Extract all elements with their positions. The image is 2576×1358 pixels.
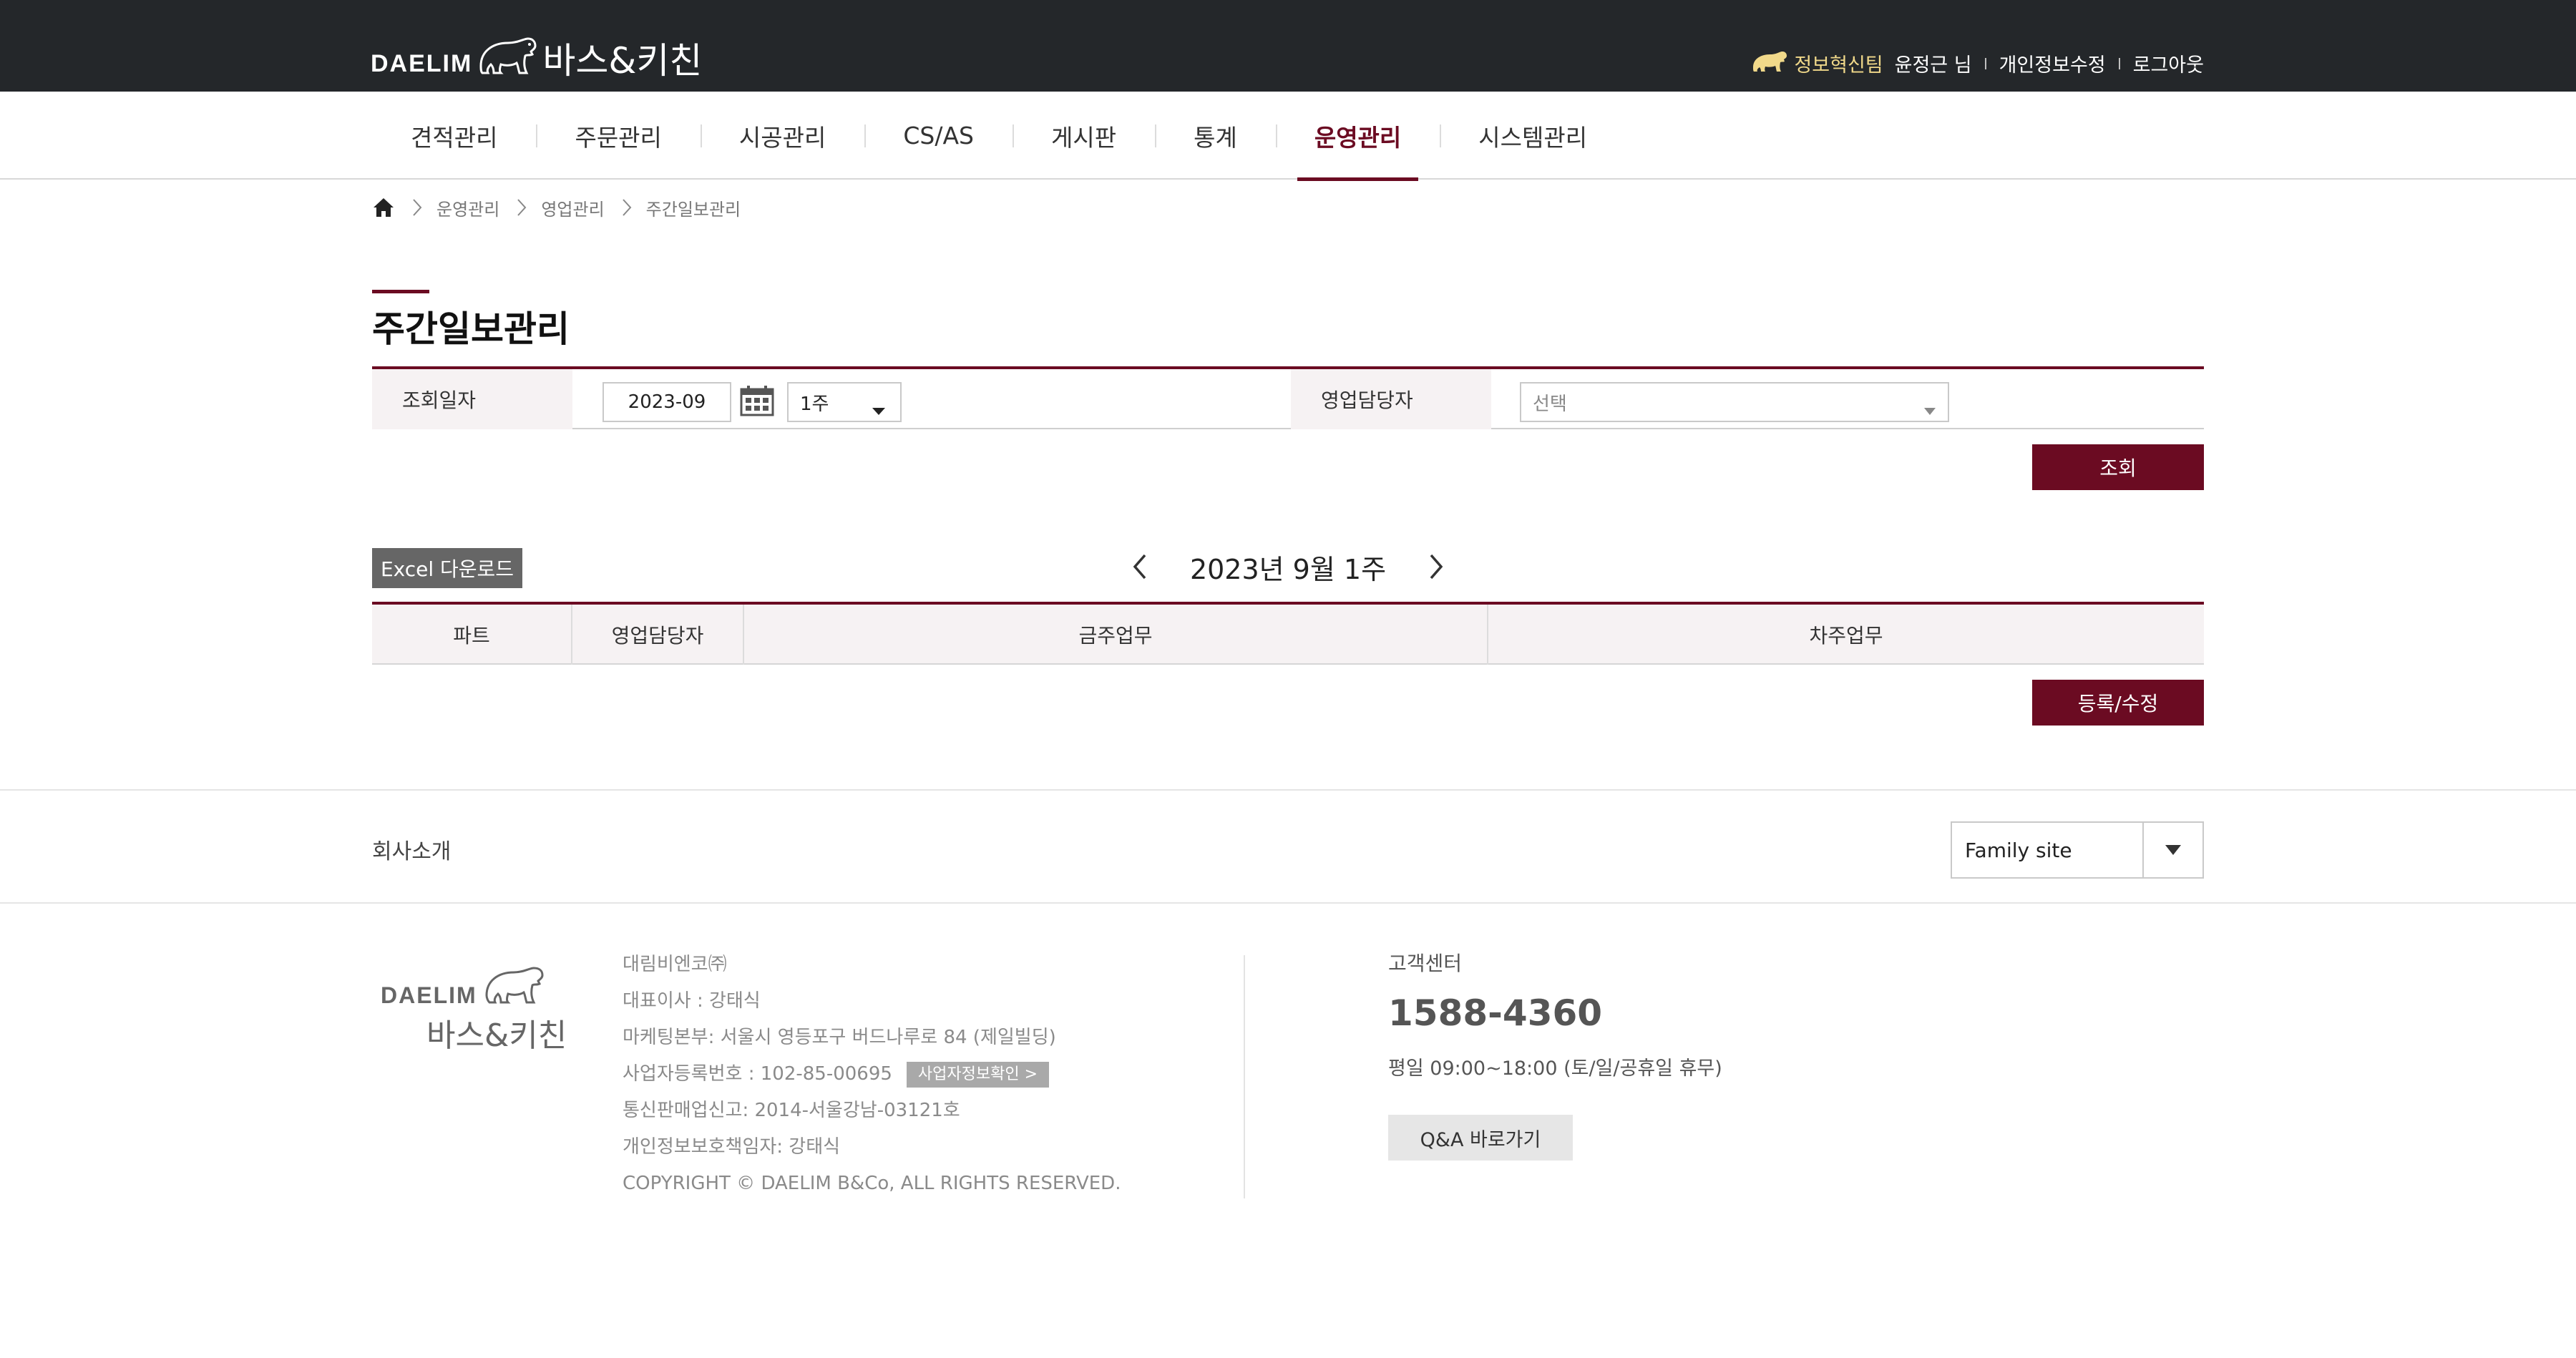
breadcrumb: 운영관리 영업관리 주간일보관리 bbox=[372, 195, 741, 220]
divider bbox=[1984, 57, 1986, 69]
privacy-officer-info: 개인정보보호책임자: 강태식 bbox=[623, 1136, 841, 1158]
business-number: 사업자등록번호 : 102-85-00695 bbox=[623, 1063, 892, 1085]
main-nav: 견적관리 주문관리 시공관리 CS/AS 게시판 통계 운영관리 시스템관리 bbox=[0, 92, 2576, 181]
user-name: 윤정근 님 bbox=[1894, 54, 1972, 77]
caret-down-icon[interactable] bbox=[2142, 823, 2202, 877]
sales-rep-select-value: 선택 bbox=[1533, 393, 1567, 415]
column-header-next-week: 차주업무 bbox=[1809, 624, 1883, 648]
nav-item-statistics[interactable]: 통계 bbox=[1155, 92, 1276, 180]
logo-name-text: 바스&키친 bbox=[542, 40, 703, 82]
calendar-icon[interactable] bbox=[740, 385, 774, 419]
family-site-label: Family site bbox=[1965, 838, 2072, 862]
week-navigator: 2023년 9월 1주 bbox=[1131, 544, 1445, 590]
week-select-value: 1주 bbox=[800, 393, 829, 415]
sales-rep-select[interactable]: 선택 bbox=[1520, 382, 1949, 422]
footer: DAELIM 바스&키친 대림비엔코㈜ 대표이사 : 강태식 마케팅본부: 서울… bbox=[0, 905, 2576, 1198]
user-team: 정보혁신팀 bbox=[1794, 54, 1883, 77]
nav-item-cs-as[interactable]: CS/AS bbox=[864, 92, 1013, 180]
prev-week-icon[interactable] bbox=[1131, 552, 1148, 581]
search-form: 조회일자 2023-09 1주 영업담당자 선택 bbox=[372, 366, 2204, 429]
business-info-check-button[interactable]: 사업자정보확인 > bbox=[906, 1061, 1050, 1088]
mail-order-info: 통신판매업신고: 2014-서울강남-03121호 bbox=[623, 1100, 960, 1121]
ceo-info: 대표이사 : 강태식 bbox=[623, 990, 761, 1012]
page-title: 주간일보관리 bbox=[372, 308, 570, 350]
column-header-part: 파트 bbox=[372, 605, 572, 665]
date-input[interactable]: 2023-09 bbox=[602, 382, 731, 422]
week-label: 2023년 9월 1주 bbox=[1189, 553, 1387, 585]
nav-item-construction[interactable]: 시공관리 bbox=[700, 92, 864, 180]
nav-item-operations[interactable]: 운영관리 bbox=[1275, 92, 1440, 181]
next-week-icon[interactable] bbox=[1428, 552, 1445, 581]
company-name: 대림비엔코㈜ bbox=[623, 954, 727, 975]
polar-bear-icon bbox=[477, 30, 538, 80]
footer-logo-brand: DAELIM bbox=[381, 982, 477, 1008]
weekly-report-table: 파트 영업담당자 금주업무 차주업무 bbox=[372, 602, 2204, 665]
chevron-right-icon bbox=[517, 198, 527, 217]
nav-item-order[interactable]: 주문관리 bbox=[536, 92, 700, 180]
footer-divider bbox=[1244, 955, 1245, 1198]
top-header: DAELIM 바스&키친 정보혁신팀 윤정근 님 개인정보수정 로그아웃 bbox=[0, 0, 2576, 92]
home-icon[interactable] bbox=[372, 196, 395, 219]
excel-download-button[interactable]: Excel 다운로드 bbox=[372, 548, 522, 588]
footer-logo: DAELIM 바스&키친 bbox=[379, 954, 567, 1054]
week-select[interactable]: 1주 bbox=[787, 382, 902, 422]
caret-down-icon bbox=[1923, 399, 1936, 421]
company-info: 대림비엔코㈜ 대표이사 : 강태식 마케팅본부: 서울시 영등포구 버드나루로 … bbox=[623, 947, 1121, 1202]
brand-logo[interactable]: DAELIM 바스&키친 bbox=[371, 26, 702, 80]
title-accent-bar bbox=[372, 290, 429, 293]
utility-menu: 정보혁신팀 윤정근 님 개인정보수정 로그아웃 bbox=[1751, 49, 2204, 78]
qa-shortcut-button[interactable]: Q&A 바로가기 bbox=[1388, 1115, 1573, 1161]
column-header-sales-rep: 영업담당자 bbox=[572, 605, 744, 665]
breadcrumb-item-current: 주간일보관리 bbox=[645, 199, 741, 220]
register-edit-button[interactable]: 등록/수정 bbox=[2032, 680, 2204, 726]
chevron-right-icon bbox=[622, 198, 632, 217]
chevron-right-icon bbox=[412, 198, 422, 217]
search-button[interactable]: 조회 bbox=[2032, 444, 2204, 490]
business-number-row: 사업자등록번호 : 102-85-00695 사업자정보확인 > bbox=[623, 1056, 1121, 1093]
caret-down-icon bbox=[872, 399, 886, 421]
nav-item-estimate[interactable]: 견적관리 bbox=[372, 92, 536, 180]
date-label: 조회일자 bbox=[372, 369, 572, 429]
team-bear-icon bbox=[1751, 49, 1788, 78]
copyright: COPYRIGHT © DAELIM B&Co, ALL RIGHTS RESE… bbox=[623, 1173, 1121, 1194]
footer-logo-name: 바스&키친 bbox=[426, 1017, 567, 1054]
breadcrumb-item-operations[interactable]: 운영관리 bbox=[436, 195, 499, 220]
customer-center-phone: 1588-4360 bbox=[1388, 992, 1603, 1034]
footer-links: 회사소개 Family site bbox=[0, 789, 2576, 904]
logo-brand-text: DAELIM bbox=[371, 50, 473, 77]
customer-center-title: 고객센터 bbox=[1388, 952, 1463, 975]
address-info: 마케팅본부: 서울시 영등포구 버드나루로 84 (제일빌딩) bbox=[623, 1027, 1056, 1048]
edit-profile-link[interactable]: 개인정보수정 bbox=[1999, 49, 2106, 77]
breadcrumb-item-sales[interactable]: 영업관리 bbox=[541, 195, 604, 220]
nav-item-board[interactable]: 게시판 bbox=[1013, 92, 1155, 180]
family-site-select[interactable]: Family site bbox=[1951, 821, 2204, 879]
company-intro-link[interactable]: 회사소개 bbox=[372, 834, 451, 865]
divider bbox=[2118, 57, 2120, 69]
sales-rep-label: 영업담당자 bbox=[1291, 369, 1491, 429]
customer-center: 고객센터 1588-4360 평일 09:00~18:00 (토/일/공휴일 휴… bbox=[1388, 948, 1722, 1161]
logout-link[interactable]: 로그아웃 bbox=[2133, 49, 2204, 77]
nav-item-system[interactable]: 시스템관리 bbox=[1440, 92, 1626, 180]
column-header-this-week: 금주업무 bbox=[744, 605, 1488, 665]
customer-center-hours: 평일 09:00~18:00 (토/일/공휴일 휴무) bbox=[1388, 1057, 1722, 1080]
